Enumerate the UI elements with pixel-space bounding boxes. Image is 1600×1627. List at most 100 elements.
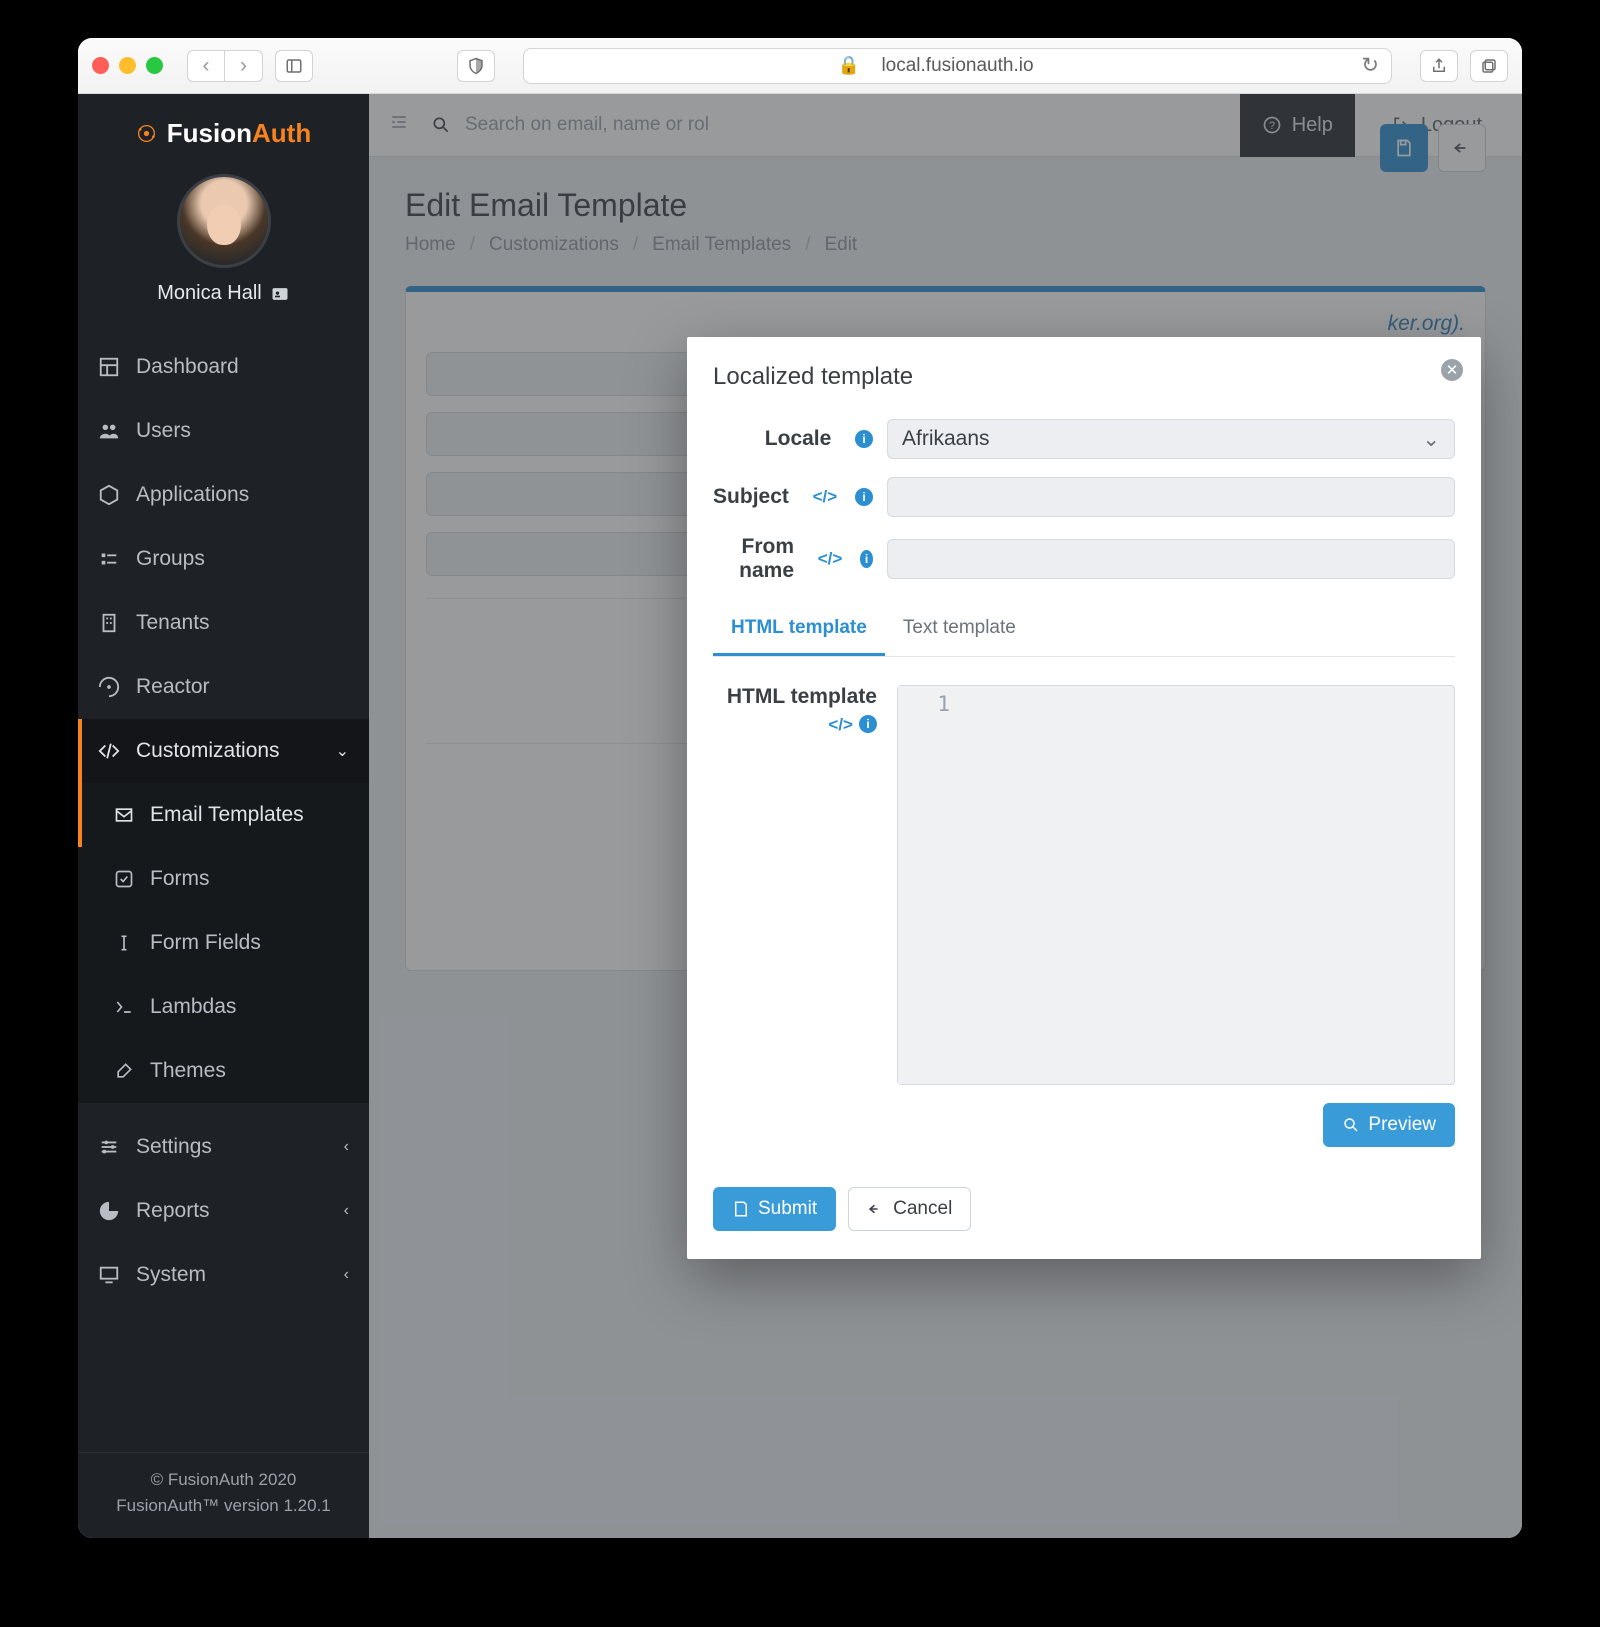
subnav-lambdas[interactable]: Lambdas xyxy=(78,975,369,1039)
groups-icon xyxy=(98,548,120,570)
submit-button[interactable]: Submit xyxy=(713,1187,836,1231)
code-editor[interactable]: 1 xyxy=(897,685,1455,1085)
shield-button[interactable] xyxy=(457,50,495,82)
search-icon xyxy=(1342,1116,1360,1134)
id-card-icon xyxy=(270,284,290,304)
pie-icon xyxy=(98,1200,120,1222)
subnav-email-templates[interactable]: Email Templates xyxy=(78,783,369,847)
subnav-form-fields[interactable]: Form Fields xyxy=(78,911,369,975)
submit-label: Submit xyxy=(758,1198,817,1220)
editor-label: HTML template xyxy=(727,685,877,708)
subnav-label: Themes xyxy=(150,1059,226,1083)
reload-icon[interactable]: ↻ xyxy=(1361,53,1379,78)
sidebar-footer: © FusionAuth 2020 FusionAuth™ version 1.… xyxy=(78,1452,369,1538)
tabs-icon xyxy=(1480,57,1498,75)
nav-buttons: ‹ › xyxy=(187,50,263,82)
preview-row: Preview xyxy=(713,1103,1455,1147)
brand-text-a: Fusion xyxy=(167,118,252,148)
form: Locale i Afrikaans ⌄ Subject </> i From … xyxy=(713,419,1455,583)
close-icon[interactable] xyxy=(92,57,109,74)
nav-label: Applications xyxy=(136,483,249,507)
chevron-down-icon: ⌄ xyxy=(1422,427,1440,452)
nav-customizations[interactable]: Customizations⌄ xyxy=(78,719,369,783)
cancel-button[interactable]: Cancel xyxy=(848,1187,971,1231)
locale-label: Locale xyxy=(765,427,832,451)
tab-text-template[interactable]: Text template xyxy=(885,603,1034,656)
nav-applications[interactable]: Applications xyxy=(78,463,369,527)
subnav-themes[interactable]: Themes xyxy=(78,1039,369,1103)
users-icon xyxy=(98,420,120,442)
main: ? Help Logout Edit Email Template Home/ … xyxy=(369,94,1522,1538)
brush-icon xyxy=(114,1061,134,1081)
cancel-label: Cancel xyxy=(893,1198,952,1220)
panel-icon xyxy=(285,57,303,75)
avatar[interactable] xyxy=(177,174,271,268)
nav-label: Reactor xyxy=(136,675,210,699)
subnav-label: Lambdas xyxy=(150,995,236,1019)
code-icon xyxy=(98,740,120,762)
version: FusionAuth™ version 1.20.1 xyxy=(78,1493,369,1519)
username-label: Monica Hall xyxy=(157,282,261,305)
nav-system[interactable]: System‹ xyxy=(78,1243,369,1307)
nav2: Settings‹ Reports‹ System‹ xyxy=(78,1115,369,1307)
code-icon[interactable]: </> xyxy=(813,487,838,507)
code-icon[interactable]: </> xyxy=(828,715,853,735)
reactor-icon xyxy=(98,676,120,698)
address-bar[interactable]: 🔒 local.fusionauth.io ↻ xyxy=(523,48,1392,84)
nav-label: Tenants xyxy=(136,611,210,635)
gutter: 1 xyxy=(898,686,960,1084)
nav-settings[interactable]: Settings‹ xyxy=(78,1115,369,1179)
tab-html-template[interactable]: HTML template xyxy=(713,603,885,656)
preview-label: Preview xyxy=(1368,1114,1436,1136)
subnav-label: Form Fields xyxy=(150,931,261,955)
locale-select[interactable]: Afrikaans ⌄ xyxy=(887,419,1455,459)
minimize-icon[interactable] xyxy=(119,57,136,74)
modal-localized-template: Localized template ✕ Locale i Afrikaans … xyxy=(687,337,1481,1259)
app: FusionAuth Monica Hall Dashboard Users A… xyxy=(78,94,1522,1538)
traffic-lights xyxy=(92,57,163,74)
locale-value: Afrikaans xyxy=(902,427,990,451)
nav-tenants[interactable]: Tenants xyxy=(78,591,369,655)
profile: Monica Hall xyxy=(78,162,369,323)
tabs: HTML template Text template xyxy=(713,603,1455,657)
maximize-icon[interactable] xyxy=(146,57,163,74)
url-text: local.fusionauth.io xyxy=(881,55,1033,77)
back-button[interactable]: ‹ xyxy=(187,50,225,82)
brand-text-b: Auth xyxy=(252,118,311,148)
chevron-left-icon: ‹ xyxy=(344,1138,349,1156)
subject-input[interactable] xyxy=(887,477,1455,517)
monitor-icon xyxy=(98,1264,120,1286)
subnav-label: Email Templates xyxy=(150,803,304,827)
info-icon[interactable]: i xyxy=(855,488,873,506)
close-button[interactable]: ✕ xyxy=(1441,359,1463,381)
from-input[interactable] xyxy=(887,539,1455,579)
sidebar-toggle-button[interactable] xyxy=(275,50,313,82)
undo-icon xyxy=(867,1200,885,1218)
modal-title: Localized template xyxy=(713,363,1455,391)
nav-reactor[interactable]: Reactor xyxy=(78,655,369,719)
code-area[interactable] xyxy=(960,686,1454,1084)
info-icon[interactable]: i xyxy=(859,715,877,733)
editor: HTML template </> i 1 xyxy=(713,685,1455,1085)
cursor-icon xyxy=(114,933,134,953)
nav-label: Customizations xyxy=(136,739,280,763)
brand-logo-icon xyxy=(136,123,157,144)
modal-actions: Submit Cancel xyxy=(713,1187,1455,1231)
lock-icon: 🔒 xyxy=(838,55,860,76)
info-icon[interactable]: i xyxy=(860,550,873,568)
forward-button[interactable]: › xyxy=(225,50,263,82)
nav-groups[interactable]: Groups xyxy=(78,527,369,591)
info-icon[interactable]: i xyxy=(855,430,873,448)
code-icon[interactable]: </> xyxy=(818,549,843,569)
nav-reports[interactable]: Reports‹ xyxy=(78,1179,369,1243)
subnav-label: Forms xyxy=(150,867,210,891)
tabs-button[interactable] xyxy=(1470,50,1508,82)
nav-label: System xyxy=(136,1263,206,1287)
nav-users[interactable]: Users xyxy=(78,399,369,463)
share-button[interactable] xyxy=(1420,50,1458,82)
chevron-left-icon: ‹ xyxy=(344,1202,349,1220)
nav-label: Users xyxy=(136,419,191,443)
nav-dashboard[interactable]: Dashboard xyxy=(78,335,369,399)
preview-button[interactable]: Preview xyxy=(1323,1103,1455,1147)
subnav-forms[interactable]: Forms xyxy=(78,847,369,911)
